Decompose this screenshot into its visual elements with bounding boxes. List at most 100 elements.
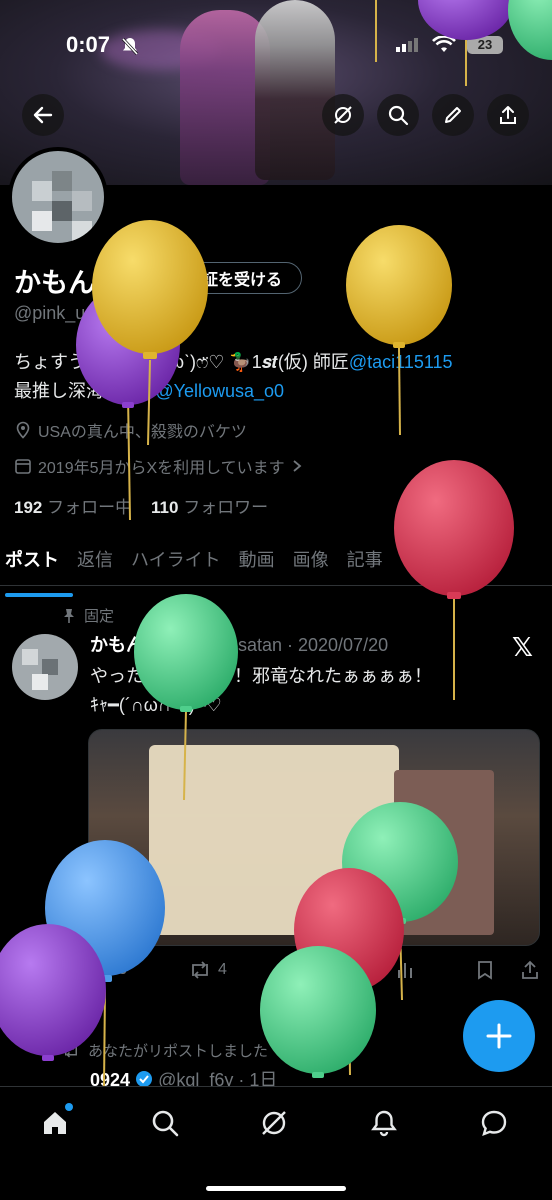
tab-articles[interactable]: 記事 bbox=[347, 538, 383, 585]
calendar-icon bbox=[15, 459, 31, 474]
following-count: 192 bbox=[14, 498, 43, 517]
grok-nav-icon bbox=[262, 1111, 286, 1135]
bottom-navigation bbox=[0, 1086, 552, 1200]
verified-badge-icon bbox=[162, 270, 179, 286]
chevron-right-icon bbox=[293, 460, 302, 472]
tab-replies[interactable]: 返信 bbox=[77, 538, 113, 585]
share-button[interactable] bbox=[487, 94, 529, 136]
back-arrow-icon bbox=[33, 106, 53, 124]
reply-icon bbox=[90, 962, 112, 980]
nav-notifications[interactable] bbox=[364, 1103, 404, 1143]
repost-icon bbox=[192, 961, 208, 979]
like-count: 16 bbox=[316, 961, 334, 978]
tab-highlights[interactable]: ハイライト bbox=[131, 538, 221, 585]
tweet-media-image[interactable] bbox=[88, 729, 540, 946]
location-text: USAの真ん中、殺戮のバケツ bbox=[38, 424, 247, 441]
tweet-extra-actions bbox=[476, 960, 540, 980]
followers-count: 110 bbox=[151, 498, 179, 517]
tweet-author-name[interactable]: かもんす bbox=[90, 635, 162, 655]
profile-avatar[interactable] bbox=[8, 147, 108, 247]
search-button[interactable] bbox=[377, 94, 419, 136]
bookmark-icon[interactable] bbox=[476, 960, 494, 980]
tab-likes[interactable]: いいね bbox=[401, 538, 455, 585]
compose-post-button[interactable] bbox=[463, 1000, 535, 1072]
game-profile-card bbox=[149, 745, 399, 935]
avatar-pixel bbox=[22, 649, 38, 665]
tweet-text-line-2: ｷｬ━(´∩ω∩｀)━♡ bbox=[90, 695, 222, 715]
following-label: フォロー中 bbox=[47, 498, 133, 517]
edit-button[interactable] bbox=[432, 94, 474, 136]
views-icon bbox=[397, 963, 412, 978]
profile-handle: @pink_usatan bbox=[14, 303, 130, 323]
tweet-text-line-1: やったぁぁぁぁぁ！邪竜なれたぁぁぁぁ！ bbox=[90, 666, 432, 686]
x-logo-icon: 𝕏 bbox=[512, 632, 533, 662]
grok-icon bbox=[334, 106, 352, 124]
nav-grok[interactable] bbox=[254, 1103, 294, 1143]
grok-button[interactable] bbox=[322, 94, 364, 136]
avatar-pixel bbox=[32, 211, 52, 231]
profile-tabs: ポスト 返信 ハイライト 動画 画像 記事 いいね bbox=[0, 538, 552, 597]
reply-button[interactable]: 3 bbox=[90, 960, 127, 980]
pinned-label: 固定 bbox=[84, 608, 115, 625]
get-verified-label: 認証を受ける bbox=[185, 272, 282, 289]
followers-link[interactable]: 110 フォロワー bbox=[151, 498, 268, 517]
tweet-handle-date: @pink_usatan · 2020/07/20 bbox=[166, 635, 389, 655]
active-tab-indicator bbox=[5, 593, 73, 597]
notification-dot bbox=[65, 1103, 73, 1111]
balloon-yellow-left bbox=[92, 220, 208, 446]
game-character-card bbox=[394, 770, 494, 935]
repost-small-icon bbox=[65, 1043, 77, 1058]
following-link[interactable]: 192 フォロー中 bbox=[14, 498, 132, 517]
avatar-pixel bbox=[32, 674, 48, 690]
search-icon bbox=[388, 105, 409, 126]
back-button[interactable] bbox=[22, 94, 64, 136]
nav-home[interactable] bbox=[35, 1103, 75, 1143]
repost-button[interactable]: 4 bbox=[188, 960, 227, 980]
tab-videos[interactable]: 動画 bbox=[239, 538, 275, 585]
pin-icon bbox=[64, 608, 74, 623]
search-nav-icon bbox=[152, 1110, 179, 1137]
profile-location: USAの真ん中、殺戮のバケツ bbox=[14, 418, 247, 442]
like-button[interactable]: 16 bbox=[288, 960, 334, 980]
reposted-label: あなたがリポストしました bbox=[88, 1043, 269, 1060]
tweet-actions: 3 4 16 bbox=[90, 960, 540, 980]
bio-mention-link[interactable]: @taci115115 bbox=[349, 352, 453, 372]
avatar-pixel bbox=[42, 659, 58, 675]
nav-search[interactable] bbox=[145, 1103, 185, 1143]
get-verified-button[interactable]: 認証を受ける bbox=[142, 262, 302, 294]
pencil-icon bbox=[445, 107, 461, 123]
home-icon bbox=[44, 1112, 66, 1134]
profile-joined[interactable]: 2019年5月からXを利用しています bbox=[14, 454, 303, 478]
status-bar: 0:07 23 bbox=[0, 0, 552, 90]
nav-messages[interactable] bbox=[474, 1103, 514, 1143]
plus-icon bbox=[486, 1023, 512, 1049]
share-tweet-icon[interactable] bbox=[520, 960, 540, 980]
follow-stats: 192 フォロー中 110 フォロワー bbox=[14, 493, 268, 518]
location-pin-icon bbox=[16, 421, 30, 439]
home-indicator bbox=[206, 1186, 346, 1191]
tweet-avatar[interactable] bbox=[12, 634, 78, 700]
reposted-indicator: あなたがリポストしました bbox=[62, 1040, 268, 1061]
bio-mention-link-2[interactable]: @Yellowusa_o0 bbox=[155, 381, 284, 401]
tab-images[interactable]: 画像 bbox=[293, 538, 329, 585]
share-icon bbox=[500, 106, 516, 124]
tweet-text: やったぁぁぁぁぁ！邪竜なれたぁぁぁぁ！ ｷｬ━(´∩ω∩｀)━♡ bbox=[90, 662, 540, 720]
tab-posts[interactable]: ポスト bbox=[5, 538, 73, 597]
reply-count: 3 bbox=[118, 961, 127, 978]
profile-name: かもんす bbox=[14, 268, 122, 298]
tab-label: ポスト bbox=[5, 550, 59, 570]
cellular-signal-icon bbox=[396, 38, 418, 57]
bell-icon bbox=[371, 1110, 397, 1137]
profile-bio: ちょすううううう(ˊωˋ)ෆ̈♡ 🦆1𝒔𝒕(仮) 師匠@taci115115 最… bbox=[14, 348, 544, 406]
avatar-pixel bbox=[72, 191, 92, 211]
bio-line-2: 最推し深海魚 ෆ̈♡ bbox=[14, 381, 156, 401]
pinned-indicator: 固定 bbox=[62, 605, 114, 626]
bio-line-1: ちょすううううう(ˊωˋ)ෆ̈♡ 🦆1𝒔𝒕(仮) 師匠 bbox=[14, 352, 349, 372]
avatar-pixel bbox=[32, 181, 52, 201]
battery-indicator: 23 bbox=[467, 36, 503, 54]
avatar-pixel bbox=[52, 201, 72, 221]
avatar-pixel bbox=[72, 221, 92, 241]
views-button[interactable] bbox=[395, 960, 415, 980]
joined-text: 2019年5月からXを利用しています bbox=[38, 460, 285, 477]
silent-mode-icon bbox=[120, 36, 140, 61]
